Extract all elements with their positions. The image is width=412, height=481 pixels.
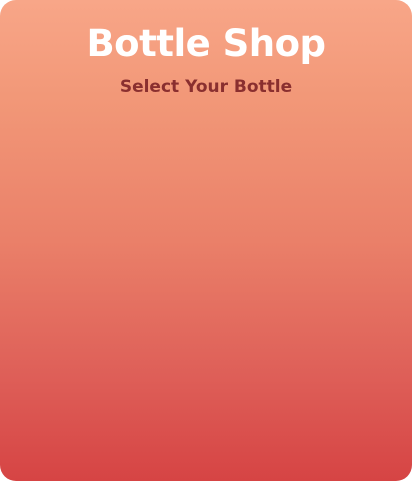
page-subtitle: Select Your Bottle	[119, 77, 293, 97]
page-title: Bottle Shop	[86, 22, 326, 65]
shop-panel: Bottle Shop Select Your Bottle	[0, 0, 412, 481]
